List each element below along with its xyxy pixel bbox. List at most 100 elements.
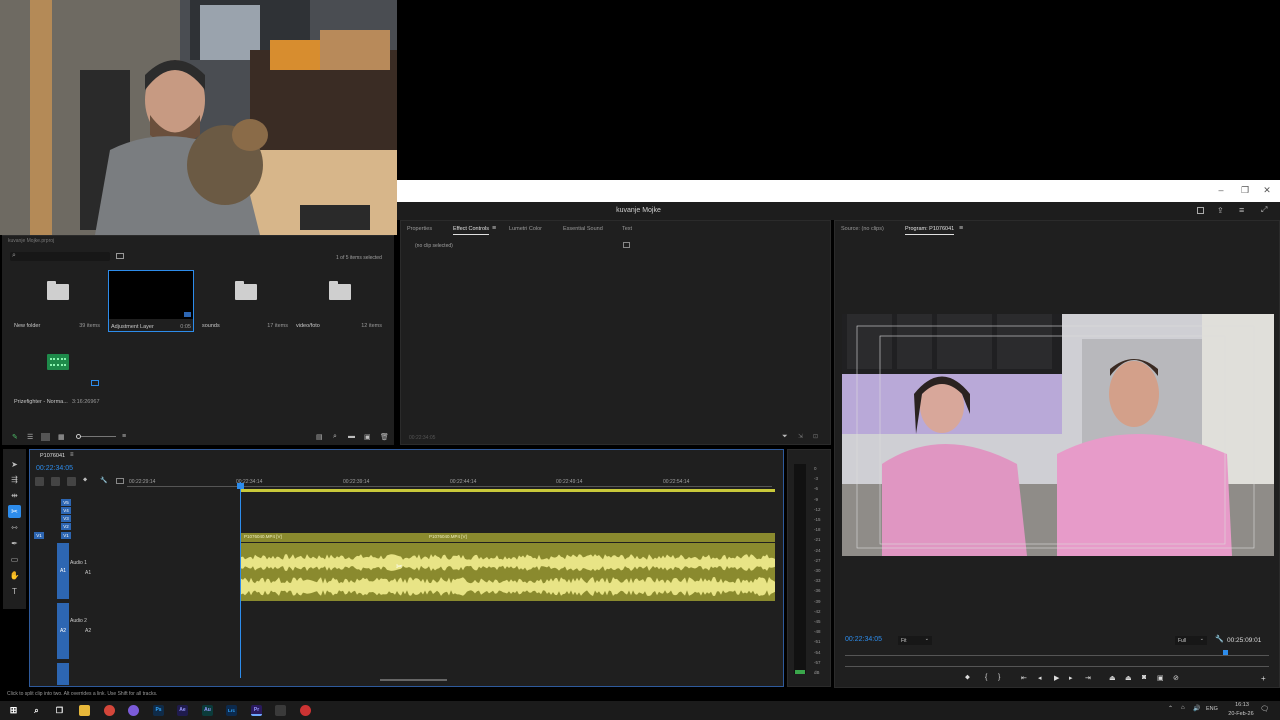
tab-properties[interactable]: Properties [407,226,432,232]
zoom-level-select[interactable]: Fit ⌄ [898,636,932,645]
snap-icon[interactable] [51,477,60,486]
export-frame-icon[interactable]: ◙ [1142,674,1146,681]
network-icon[interactable]: ⌂ [1181,705,1185,711]
lightroom-icon[interactable]: Lrc [226,705,237,716]
project-search-input[interactable]: ⌕ [10,252,110,261]
settings-icon[interactable]: ⊡ [813,433,818,440]
tab-menu-icon[interactable]: ≡ [492,225,496,232]
program-playhead[interactable] [1223,650,1228,655]
track-v5[interactable]: V5 [61,499,71,506]
timeline-settings-icon[interactable]: 🔧 [100,477,107,484]
bin-adjustment-layer[interactable]: Adjustment Layer 0:05 [108,270,194,332]
task-view-icon[interactable]: ❐ [54,705,65,716]
pencil-icon[interactable]: ✎ [12,433,18,441]
source-patch-v1[interactable]: V1 [34,532,44,539]
step-forward-icon[interactable]: ▸ [1069,674,1073,682]
razor-tool-icon[interactable]: ✂ [8,505,21,518]
linked-selection-icon[interactable] [67,477,76,486]
bin-video-foto[interactable]: video/foto 12 items [296,270,382,332]
new-bin-icon[interactable]: ▬ [348,433,355,440]
go-to-out-icon[interactable]: ⇥ [1085,674,1091,682]
freeform-view-icon[interactable]: ▦ [58,433,65,441]
add-marker-icon[interactable]: ⬥ [965,674,970,682]
lift-icon[interactable]: ⏏ [1109,674,1116,682]
tab-essential-sound[interactable]: Essential Sound [563,226,603,232]
track-v2[interactable]: V2 [61,523,71,530]
sort-icon[interactable]: ≡ [122,433,126,440]
tab-text[interactable]: Text [622,226,632,232]
track-select-icon[interactable]: ⇶ [8,473,21,486]
tab-source[interactable]: Source: (no clips) [841,226,884,232]
new-item-icon[interactable]: ▣ [364,433,371,441]
rectangle-tool-icon[interactable]: ▭ [8,553,21,566]
menu-icon[interactable]: ≡ [1239,205,1244,215]
track-a1[interactable]: A1 [85,570,91,576]
minimize-button[interactable]: – [1215,184,1227,196]
step-back-icon[interactable]: ◂ [1038,674,1042,682]
nest-toggle-icon[interactable] [35,477,44,486]
automate-icon[interactable]: ▤ [316,433,323,441]
new-bin-icon[interactable] [116,253,124,259]
start-icon[interactable]: ⊞ [8,705,19,716]
filter-icon[interactable]: ⏷ [782,433,788,441]
tab-program[interactable]: Program: P1076041 [905,226,955,235]
source-patch-a3[interactable] [57,663,69,685]
source-patch-a1[interactable]: A1 [57,543,69,599]
timeline-scroll-bar[interactable] [380,679,447,681]
track-v4[interactable]: V4 [61,507,71,514]
clock-time[interactable]: 16:13 [1229,702,1255,708]
tab-lumetri-color[interactable]: Lumetri Color [509,226,542,232]
zoom-scroll-bar[interactable] [845,666,1269,667]
time-ruler[interactable] [127,486,772,487]
bin-sounds[interactable]: sounds 17 items [202,270,288,332]
chrome-icon[interactable] [104,705,115,716]
obs-icon[interactable] [300,705,311,716]
mark-in-icon[interactable]: { [985,674,987,681]
hand-tool-icon[interactable]: ✋ [8,569,21,582]
clock-date[interactable]: 20-Feb-26 [1224,711,1258,717]
vr-video-icon[interactable]: ⊘ [1173,674,1179,682]
play-icon[interactable]: ▶ [1054,674,1059,682]
close-button[interactable]: ✕ [1261,184,1273,196]
icon-view-icon[interactable] [41,433,50,441]
wrench-icon[interactable]: 🔧 [1215,635,1224,643]
file-explorer-icon[interactable] [79,705,90,716]
extract-icon[interactable]: ⏏ [1125,674,1132,682]
sequence-tab[interactable]: P1076041 [40,453,65,459]
maximize-button[interactable]: ❐ [1239,184,1251,196]
photoshop-icon[interactable]: Ps [153,705,164,716]
track-v1[interactable]: V1 [61,532,71,539]
trash-icon[interactable]: 🗑 [380,433,389,441]
volume-icon[interactable]: 🔊 [1193,705,1200,712]
bin-prizefighter-audio[interactable]: Prizefighter - Norma... 3:16:26967 [14,346,100,408]
slip-tool-icon[interactable]: ⇿ [8,521,21,534]
zoom-slider[interactable] [76,434,116,439]
resolution-select[interactable]: Full ⌄ [1175,636,1207,645]
share-icon[interactable]: ⇪ [1217,206,1224,215]
video-clip-1[interactable]: P1076040.MP4 [V] [244,534,282,539]
export-icon[interactable]: ⇲ [798,433,803,440]
notifications-icon[interactable]: 🗨 [1260,705,1269,713]
bin-new-folder[interactable]: New folder 39 items [14,270,100,332]
workspace-icon[interactable] [1197,207,1204,214]
find-icon[interactable]: ⌕ [333,433,337,441]
fullscreen-icon[interactable]: ⤢ [1261,205,1267,215]
go-to-in-icon[interactable]: ⇤ [1021,674,1027,682]
show-timeline-icon[interactable] [623,242,630,248]
ripple-edit-icon[interactable]: ⇹ [8,489,21,502]
audition-icon[interactable]: Au [202,705,213,716]
tray-chevron-icon[interactable]: ⌃ [1168,705,1173,712]
after-effects-icon[interactable]: Ae [177,705,188,716]
mark-out-icon[interactable]: } [998,674,1000,681]
pen-tool-icon[interactable]: ✒ [8,537,21,550]
audio-clip[interactable] [241,543,775,601]
snipping-tool-icon[interactable] [275,705,286,716]
captions-icon[interactable] [116,478,124,484]
program-scrubber[interactable] [845,655,1269,656]
viber-icon[interactable] [128,705,139,716]
tab-effect-controls[interactable]: Effect Controls [453,226,489,235]
button-editor-icon[interactable]: + [1261,674,1266,683]
track-a2[interactable]: A2 [85,628,91,634]
premiere-icon[interactable]: Pr [251,705,262,716]
tab-menu-icon[interactable]: ≡ [70,452,74,458]
